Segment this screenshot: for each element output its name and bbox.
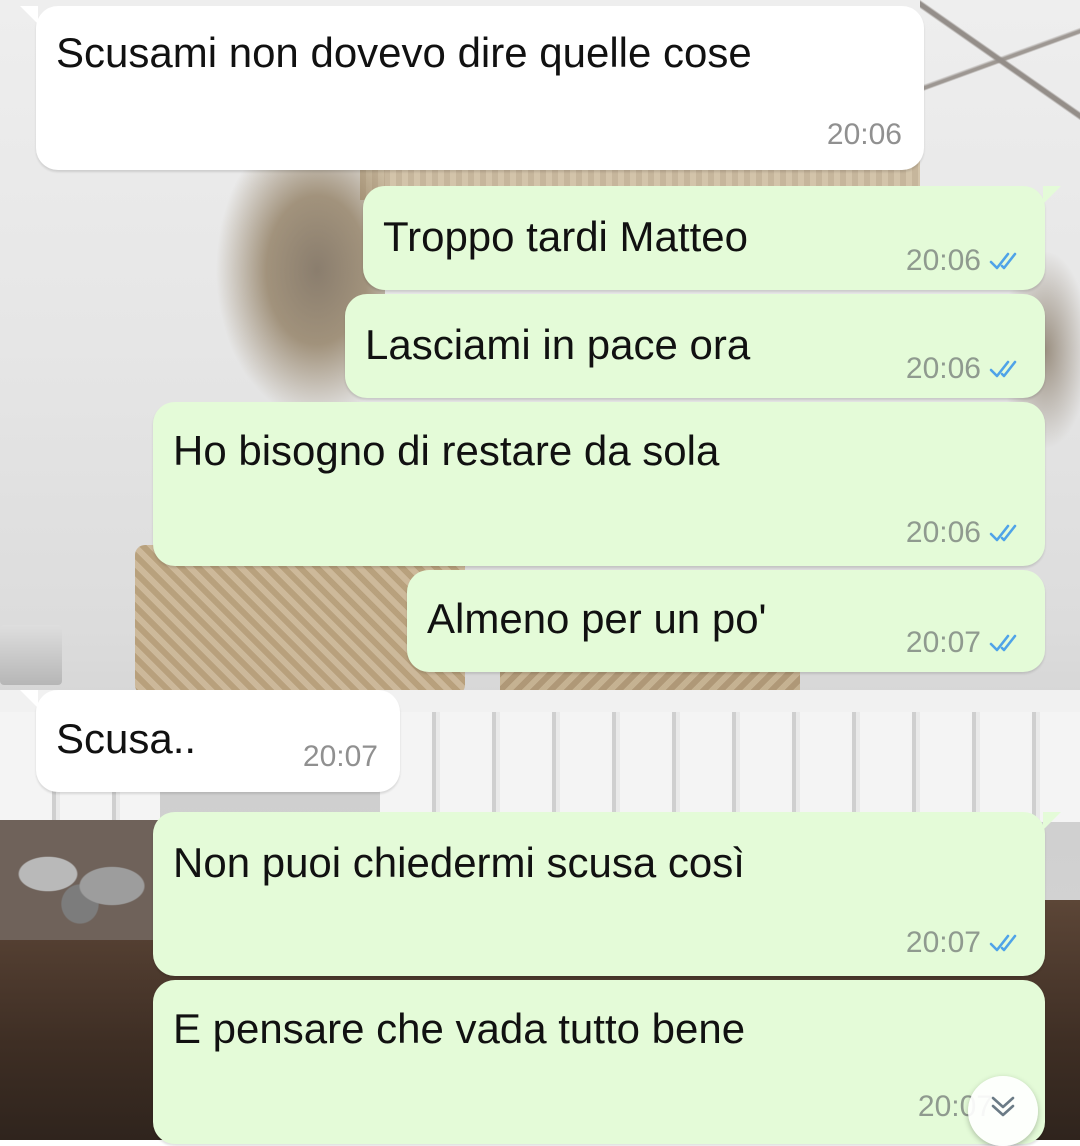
message-time: 20:06: [905, 352, 981, 385]
message-meta: 20:06: [906, 244, 1023, 278]
message-list[interactable]: Scusami non dovevo dire quelle cose 20:0…: [0, 0, 1080, 1146]
outgoing-message[interactable]: Almeno per un po' 20:07: [407, 570, 1045, 672]
chevron-double-down-icon: [991, 1096, 1015, 1117]
message-meta: 20:06: [906, 352, 1023, 386]
message-meta: 20:06: [827, 118, 902, 152]
double-check-icon: [989, 634, 1017, 652]
message-text: Scusami non dovevo dire quelle cose: [56, 29, 752, 76]
double-check-icon: [989, 252, 1017, 270]
message-text: Scusa..: [56, 715, 197, 762]
message-text: Non puoi chiedermi scusa così: [173, 839, 745, 886]
outgoing-message[interactable]: Lasciami in pace ora 20:06: [345, 294, 1045, 398]
message-text: Almeno per un po': [427, 595, 767, 642]
message-text: E pensare che vada tutto bene: [173, 1005, 746, 1052]
message-time: 20:06: [905, 244, 981, 277]
message-meta: 20:07: [906, 926, 1023, 960]
message-text: Lasciami in pace ora: [365, 321, 751, 368]
message-text: Troppo tardi Matteo: [383, 213, 748, 260]
outgoing-message[interactable]: Non puoi chiedermi scusa così 20:07: [153, 812, 1061, 976]
incoming-message[interactable]: Scusami non dovevo dire quelle cose 20:0…: [20, 6, 924, 170]
outgoing-message[interactable]: E pensare che vada tutto bene 20:07: [153, 980, 1045, 1144]
incoming-message[interactable]: Scusa.. 20:07: [20, 690, 400, 792]
double-check-icon: [989, 524, 1017, 542]
scroll-to-bottom-button[interactable]: [968, 1076, 1038, 1146]
outgoing-message[interactable]: Ho bisogno di restare da sola 20:06: [153, 402, 1045, 566]
outgoing-message[interactable]: Troppo tardi Matteo 20:06: [363, 186, 1061, 290]
message-meta: 20:07: [303, 740, 378, 774]
message-time: 20:07: [905, 926, 981, 959]
message-time: 20:07: [905, 626, 981, 659]
message-time: 20:06: [826, 118, 902, 151]
double-check-icon: [989, 360, 1017, 378]
message-time: 20:07: [302, 740, 378, 773]
message-time: 20:06: [905, 516, 981, 549]
message-text: Ho bisogno di restare da sola: [173, 427, 720, 474]
message-meta: 20:06: [906, 516, 1023, 550]
double-check-icon: [989, 934, 1017, 952]
message-meta: 20:07: [906, 626, 1023, 660]
